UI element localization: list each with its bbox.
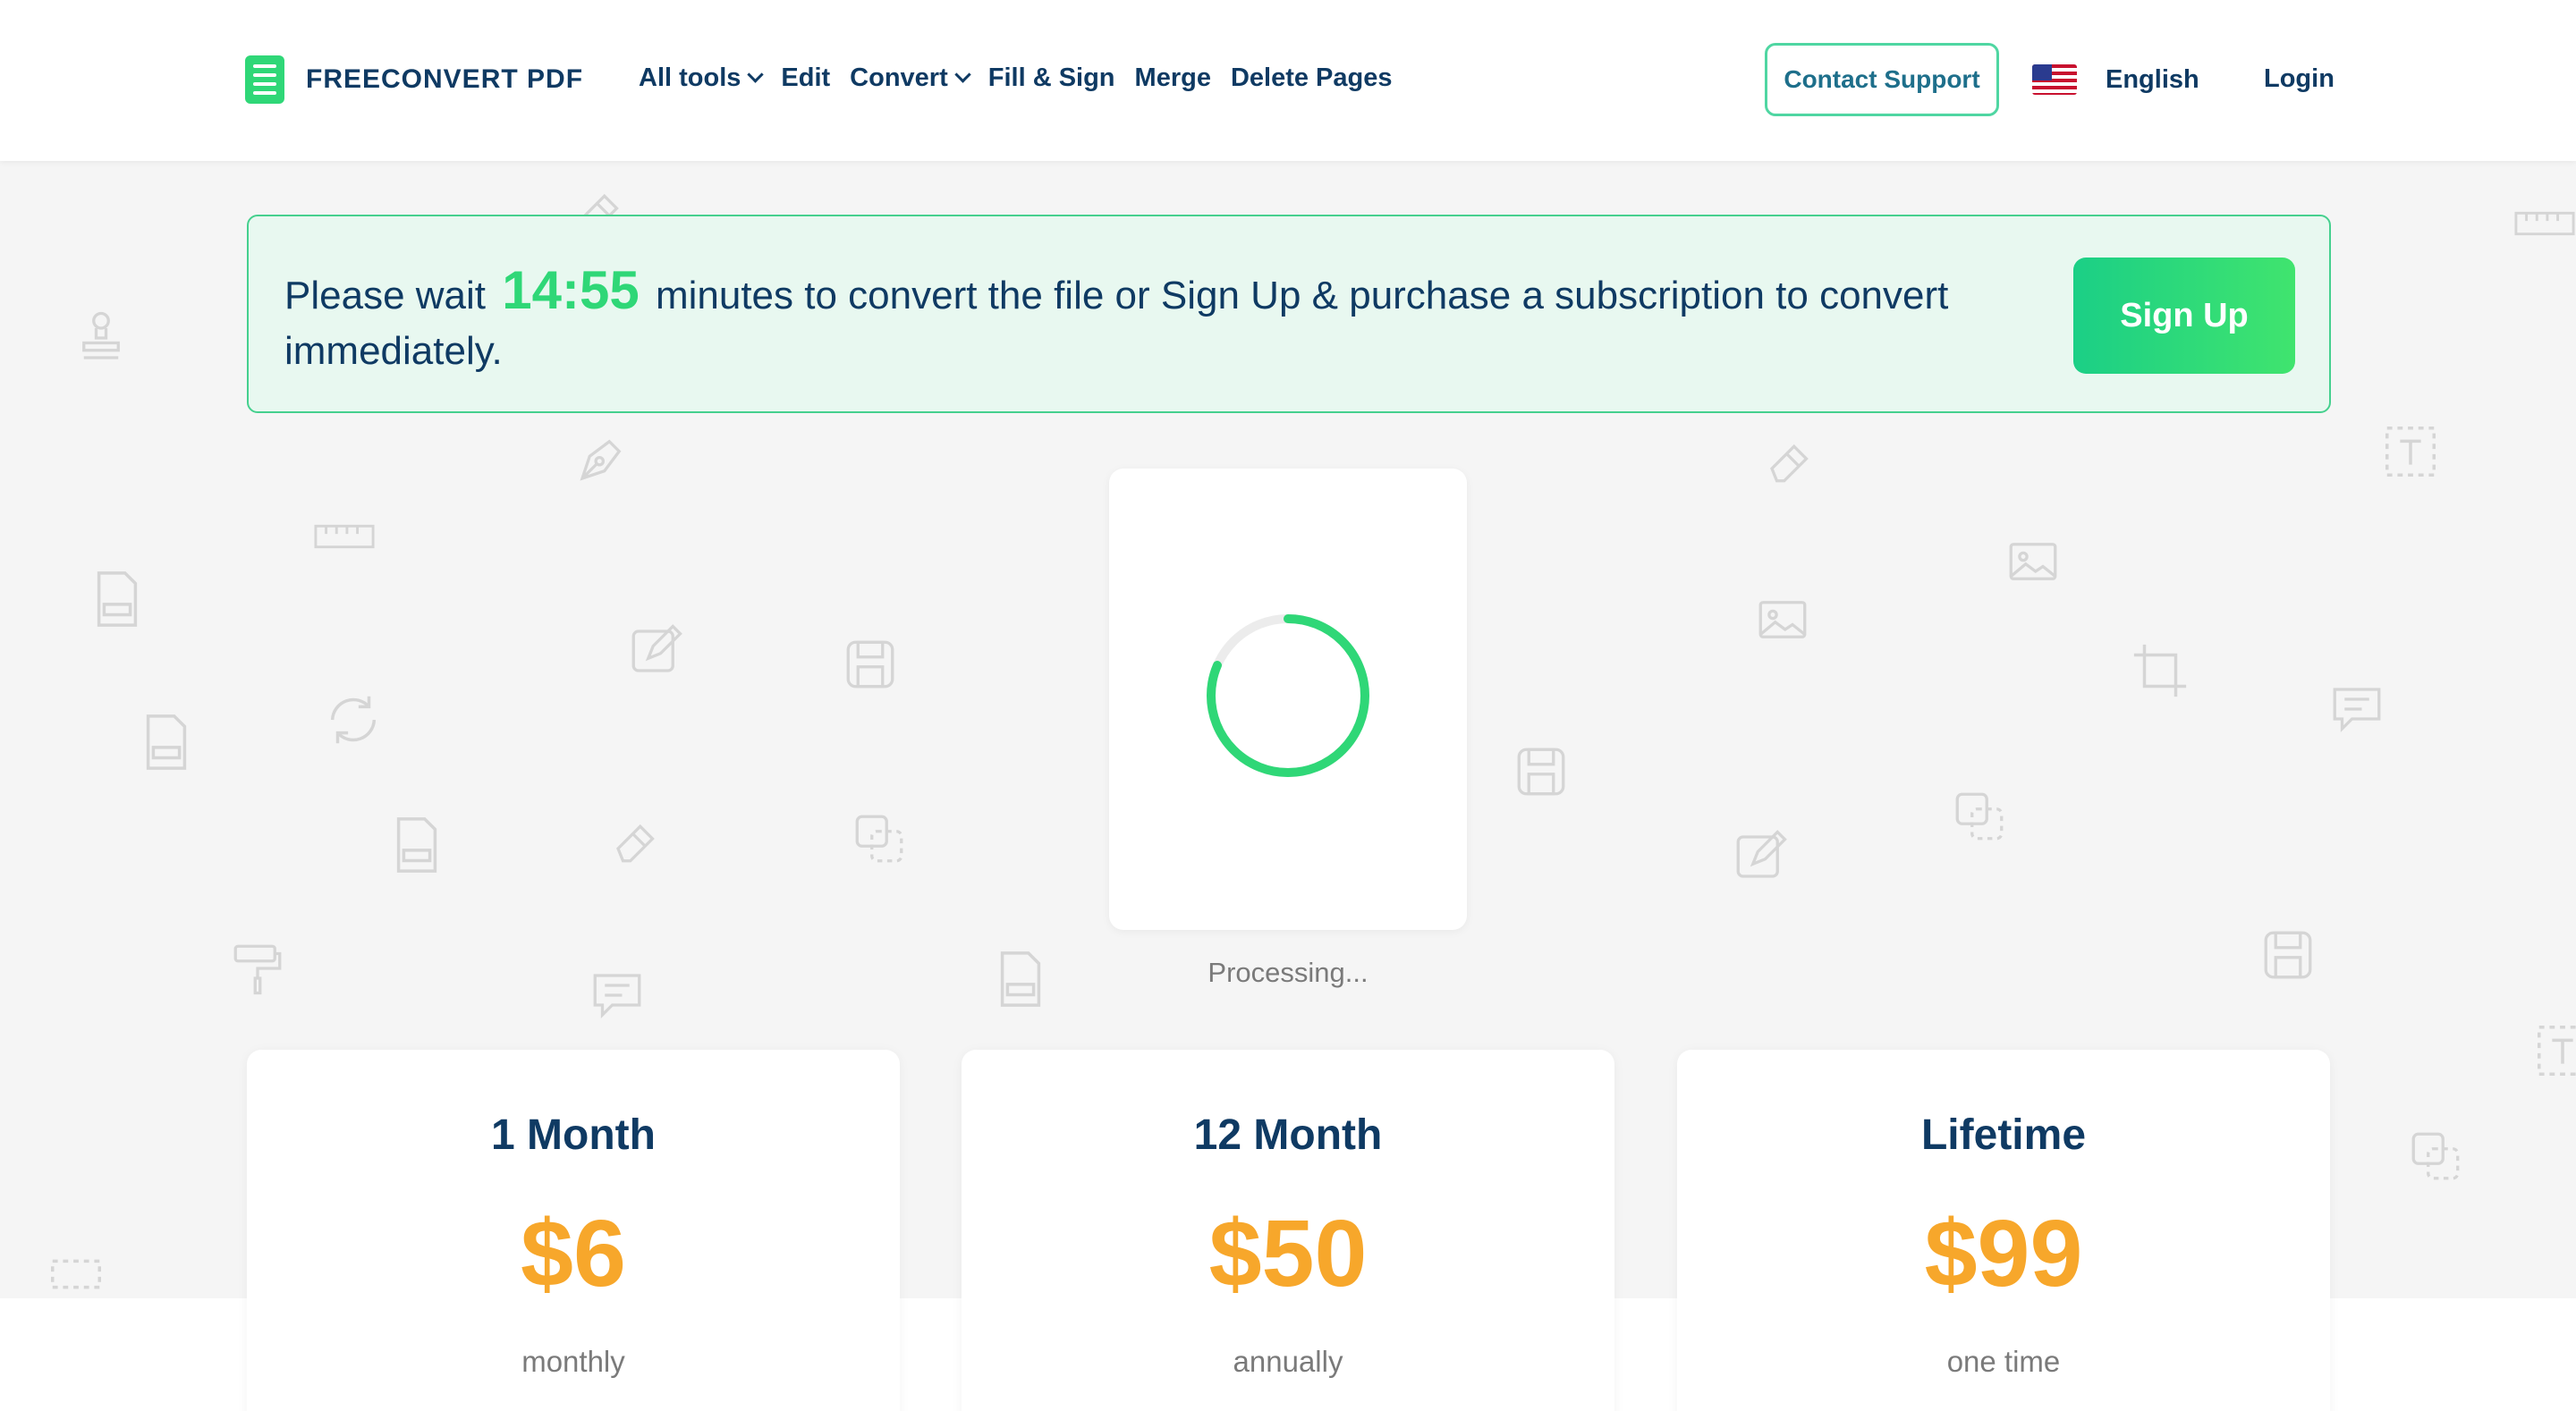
text-box-icon bbox=[2379, 420, 2442, 483]
nav-edit[interactable]: Edit bbox=[781, 63, 830, 93]
top-header: FREECONVERT PDF All tools Edit Convert F… bbox=[0, 0, 2576, 161]
plan-period: monthly bbox=[521, 1345, 625, 1378]
nav-edit-label: Edit bbox=[781, 63, 831, 92]
pen-nib-icon bbox=[572, 429, 631, 488]
pdf-file-icon bbox=[993, 948, 1048, 1010]
nav-merge[interactable]: Merge bbox=[1135, 63, 1211, 93]
language-selector[interactable]: English bbox=[2032, 64, 2199, 95]
save-icon bbox=[1512, 742, 1571, 801]
crop-icon bbox=[2129, 639, 2191, 702]
eraser-icon bbox=[608, 809, 667, 868]
nav-convert[interactable]: Convert bbox=[850, 63, 971, 93]
ruler-icon bbox=[313, 519, 376, 554]
nav-all-tools[interactable]: All tools bbox=[639, 63, 765, 93]
plan-name: 1 Month bbox=[491, 1111, 656, 1159]
us-flag-icon bbox=[2032, 64, 2077, 95]
sign-up-button[interactable]: Sign Up bbox=[2073, 258, 2295, 374]
eraser-icon bbox=[1762, 429, 1821, 488]
notice-prefix: Please wait bbox=[284, 274, 487, 317]
pdf-file-icon bbox=[389, 814, 445, 876]
countdown-timer: 14:55 bbox=[502, 260, 640, 320]
nav-merge-label: Merge bbox=[1134, 63, 1211, 92]
processing-status: Processing... bbox=[1208, 957, 1368, 988]
save-icon bbox=[2258, 925, 2318, 984]
plan-period: annually bbox=[1233, 1345, 1343, 1378]
png-file-icon bbox=[89, 568, 145, 630]
plan-name: Lifetime bbox=[1920, 1111, 2087, 1159]
nav-delete-pages[interactable]: Delete Pages bbox=[1231, 63, 1393, 93]
plan-card-1-month[interactable]: 1 Month $6 monthly bbox=[247, 1050, 900, 1411]
copy-icon bbox=[850, 809, 909, 868]
contact-support-button[interactable]: Contact Support bbox=[1765, 43, 1999, 116]
chevron-down-icon bbox=[747, 66, 765, 83]
nav-delete-pages-label: Delete Pages bbox=[1230, 63, 1393, 92]
nav-fill-sign[interactable]: Fill & Sign bbox=[988, 63, 1115, 93]
copy-icon bbox=[2406, 1127, 2465, 1186]
image-icon bbox=[2004, 532, 2063, 591]
plan-card-lifetime[interactable]: Lifetime $99 one time bbox=[1677, 1050, 2330, 1411]
edit-icon bbox=[626, 621, 685, 680]
main-nav: All tools Edit Convert Fill & Sign Merge… bbox=[639, 63, 1412, 93]
nav-fill-sign-label: Fill & Sign bbox=[987, 63, 1115, 92]
save-icon bbox=[841, 635, 900, 694]
processing-card bbox=[1109, 469, 1467, 930]
stamp-icon bbox=[72, 308, 131, 368]
wait-notice-text: Please wait 14:55 minutes to convert the… bbox=[284, 263, 2127, 379]
image-icon bbox=[1753, 590, 1812, 649]
document-icon bbox=[245, 55, 284, 104]
login-link[interactable]: Login bbox=[2264, 64, 2334, 94]
comment-icon bbox=[586, 966, 648, 1025]
plan-price: $6 bbox=[521, 1201, 626, 1306]
brand-logo[interactable]: FREECONVERT PDF bbox=[245, 55, 583, 104]
edit-icon bbox=[1731, 827, 1790, 886]
wait-notice-banner: Please wait 14:55 minutes to convert the… bbox=[247, 215, 2331, 413]
plan-period: one time bbox=[1946, 1345, 2061, 1378]
copy-icon bbox=[1950, 787, 2009, 846]
logo-text: FREECONVERT PDF bbox=[306, 64, 584, 94]
plan-name: 12 Month bbox=[1193, 1111, 1383, 1159]
plan-price: $50 bbox=[1208, 1201, 1368, 1306]
language-label: English bbox=[2106, 64, 2199, 94]
plan-card-12-month[interactable]: 12 Month $50 annually bbox=[962, 1050, 1614, 1411]
nav-convert-label: Convert bbox=[850, 63, 948, 92]
pdf-file-icon bbox=[139, 711, 194, 773]
plan-price: $99 bbox=[1924, 1201, 2083, 1306]
refresh-icon bbox=[322, 689, 385, 751]
loading-spinner-icon bbox=[1207, 614, 1369, 777]
nav-all-tools-label: All tools bbox=[639, 63, 741, 92]
text-box-icon bbox=[45, 1252, 107, 1297]
ruler-icon bbox=[2513, 206, 2576, 241]
paint-roller-icon bbox=[228, 939, 287, 998]
text-box-icon bbox=[2531, 1019, 2576, 1082]
chevron-down-icon bbox=[954, 66, 971, 83]
comment-icon bbox=[2326, 680, 2388, 739]
